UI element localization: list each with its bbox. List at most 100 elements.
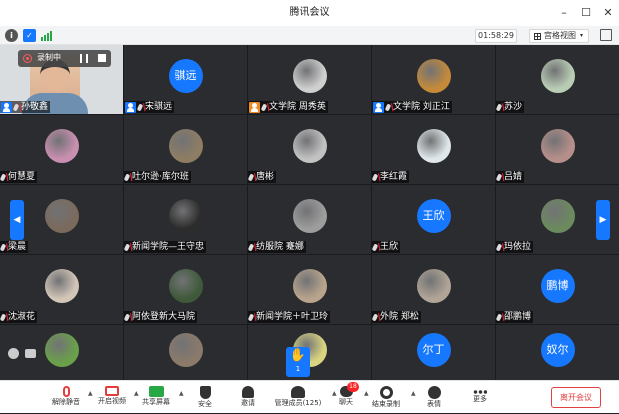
- participant-name-tag: 苏沙: [496, 101, 525, 113]
- participant-tile[interactable]: 王欣 王欣: [372, 185, 495, 254]
- participant-name: 邵鹏博: [504, 312, 532, 322]
- stop-icon[interactable]: [98, 54, 106, 62]
- minimize-icon[interactable]: –: [554, 0, 574, 26]
- participant-grid: 孙敬鑫 骐远 宋骐远 文学院 周秀英 文学院 刘正江 苏沙何慧夏 吐尔逊·库尔班 唐彬 李红霞 吕…: [0, 45, 619, 380]
- toolbar-label: 聊天: [339, 398, 353, 406]
- participant-avatar: [416, 268, 451, 303]
- next-page-button[interactable]: ▶: [596, 200, 610, 240]
- toolbar-button[interactable]: 共享屏幕: [136, 381, 176, 414]
- participant-name-tag: 宋骐远: [124, 101, 175, 113]
- participant-avatar: [292, 198, 327, 233]
- participant-tile[interactable]: 沈淑花: [0, 255, 123, 324]
- prev-page-button[interactable]: ◀: [10, 200, 24, 240]
- pause-icon[interactable]: [80, 54, 88, 63]
- participant-name: 何慧夏: [8, 172, 36, 182]
- chevron-up-icon[interactable]: ▲: [179, 390, 184, 397]
- toolbar-button[interactable]: 开启视频: [92, 381, 132, 414]
- participant-name: 李红霞: [380, 172, 408, 182]
- close-icon[interactable]: ✕: [598, 0, 618, 26]
- participant-tile[interactable]: 新闻学院＋叶卫玲: [248, 255, 371, 324]
- toolbar-button[interactable]: 结束录制: [366, 381, 406, 414]
- emoji-icon[interactable]: [8, 348, 19, 359]
- recording-label: 录制中: [37, 53, 61, 62]
- participant-tile[interactable]: 李红霞: [372, 115, 495, 184]
- raise-hand-button[interactable]: ✋ 1: [286, 347, 310, 377]
- mic-muted-icon: [12, 102, 20, 112]
- view-switch-button[interactable]: 宫格视图 ▾: [529, 29, 589, 43]
- participant-name: 外院 郑松: [380, 312, 419, 322]
- stop-record-icon: [379, 386, 393, 399]
- participant-avatar: [416, 128, 451, 163]
- side-tools: [8, 348, 42, 362]
- participant-name-tag: 王欣: [372, 241, 401, 253]
- mic-muted-icon: [496, 172, 503, 182]
- mic-muted-icon: [260, 102, 268, 112]
- participant-name: 文学院 刘正江: [393, 102, 450, 112]
- maximize-icon[interactable]: ☐: [576, 0, 596, 26]
- chat-bubble-icon[interactable]: [25, 349, 36, 358]
- participant-name-tag: 孙敬鑫: [0, 101, 51, 113]
- participant-tile[interactable]: 吐尔逊·库尔班: [124, 115, 247, 184]
- participant-tile[interactable]: 骐远 宋骐远: [124, 45, 247, 114]
- participant-name: 梁晨: [8, 242, 27, 252]
- title-bar: 腾讯会议 – ☐ ✕: [0, 0, 619, 26]
- leave-meeting-button[interactable]: 离开会议: [551, 387, 601, 408]
- participant-tile[interactable]: 尔丁: [372, 325, 495, 380]
- participant-name: 沈淑花: [8, 312, 36, 322]
- mic-muted-icon: [496, 312, 503, 322]
- chevron-up-icon[interactable]: ▲: [411, 390, 416, 397]
- participant-tile[interactable]: 奴尔: [496, 325, 619, 380]
- participant-avatar: [168, 198, 203, 233]
- signal-icon[interactable]: [41, 30, 53, 41]
- meeting-timer: 01:58:29: [475, 29, 517, 43]
- mic-muted-icon: [248, 172, 255, 182]
- participant-avatar: [416, 58, 451, 93]
- video-off-icon: [105, 386, 119, 396]
- participant-name-tag: 吕婧: [496, 171, 525, 183]
- participant-tile[interactable]: 唐彬: [248, 115, 371, 184]
- participant-tile[interactable]: 阿依登新大马院: [124, 255, 247, 324]
- shield-icon[interactable]: ✓: [23, 29, 36, 42]
- toolbar-button[interactable]: 安全: [191, 381, 219, 414]
- toolbar-button[interactable]: 更多: [466, 381, 494, 414]
- participant-name-tag: 梁晨: [0, 241, 29, 253]
- participant-tile[interactable]: 何慧夏: [0, 115, 123, 184]
- shield-icon: [199, 386, 211, 399]
- toolbar-button[interactable]: 解除静音: [46, 381, 86, 414]
- hand-icon: ✋: [289, 348, 307, 363]
- toolbar-button[interactable]: 管理成员(125): [271, 381, 325, 414]
- participant-name-tag: 文学院 周秀英: [248, 101, 328, 113]
- participant-tile[interactable]: [124, 325, 247, 380]
- participant-tile[interactable]: 新闻学院—王守忠: [124, 185, 247, 254]
- participant-tile[interactable]: 文学院 周秀英: [248, 45, 371, 114]
- add-user-icon: [242, 386, 254, 398]
- participant-name-tag: 阿依登新大马院: [124, 311, 198, 323]
- participant-name-tag: 外院 郑松: [372, 311, 421, 323]
- mic-muted-icon: [372, 242, 379, 252]
- recording-control: 录制中: [18, 50, 111, 67]
- participant-name: 王欣: [380, 242, 399, 252]
- toolbar-label: 管理成员(125): [274, 399, 322, 407]
- mic-muted-icon: [496, 242, 503, 252]
- participant-tile[interactable]: 外院 郑松: [372, 255, 495, 324]
- toolbar-button[interactable]: 表情: [420, 381, 448, 414]
- mic-muted-icon: [372, 172, 379, 182]
- fullscreen-icon[interactable]: [600, 29, 612, 41]
- participant-tile[interactable]: 纺服院 蹇娜: [248, 185, 371, 254]
- mic-muted-icon: [124, 242, 131, 252]
- participant-tile[interactable]: 苏沙: [496, 45, 619, 114]
- participant-tile[interactable]: 吕婧: [496, 115, 619, 184]
- grid-icon: [534, 33, 541, 40]
- record-dot-inner: [26, 57, 29, 60]
- toolbar-button[interactable]: 邀请: [234, 381, 262, 414]
- share-screen-icon: [148, 386, 164, 397]
- info-icon[interactable]: i: [5, 29, 18, 42]
- participant-name: 吐尔逊·库尔班: [132, 172, 189, 182]
- participant-avatar: [168, 128, 203, 163]
- participant-tile[interactable]: 文学院 刘正江: [372, 45, 495, 114]
- participant-avatar: 王欣: [416, 198, 451, 233]
- participant-tile[interactable]: 鹏博 邵鹏博: [496, 255, 619, 324]
- mic-muted-icon: [496, 102, 503, 112]
- participant-avatar: 尔丁: [416, 332, 451, 367]
- toolbar-label: 安全: [198, 400, 212, 408]
